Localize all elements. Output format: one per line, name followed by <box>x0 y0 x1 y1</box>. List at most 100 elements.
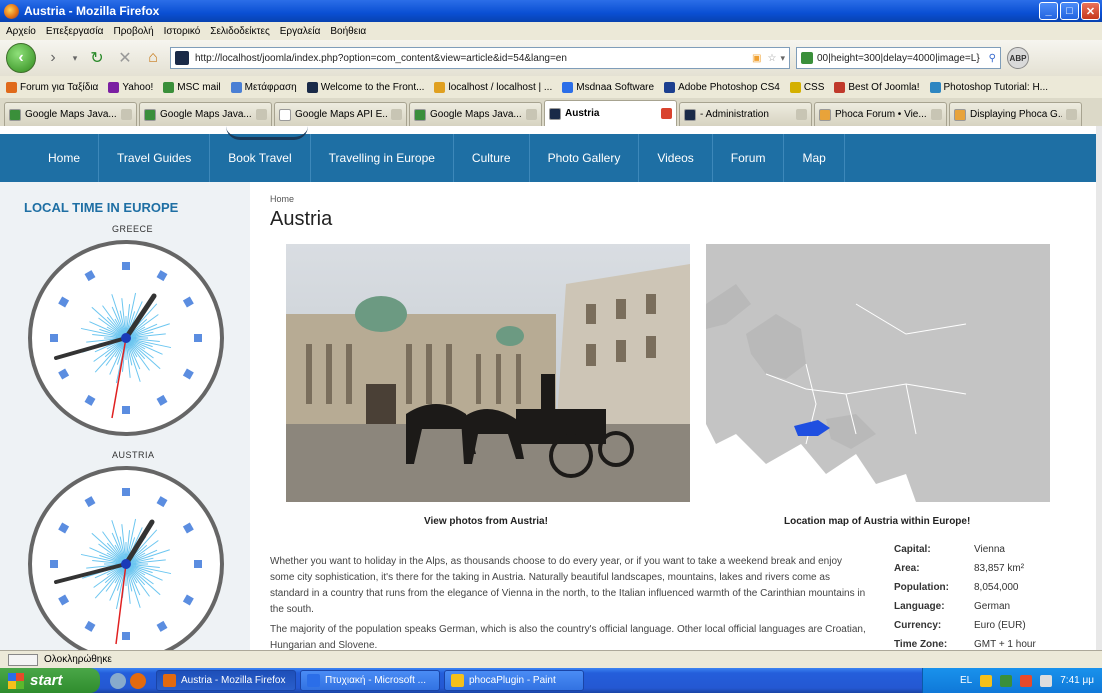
browser-tab[interactable]: Austria <box>544 100 677 126</box>
tray-icon[interactable] <box>980 674 993 687</box>
bookmark-label: Adobe Photoshop CS4 <box>678 81 780 93</box>
star-icon[interactable]: ☆ <box>768 53 777 64</box>
dropdown-history-icon[interactable]: ▾ <box>70 47 80 69</box>
start-label: start <box>30 672 63 689</box>
rss-icon[interactable]: ▣ <box>752 53 761 64</box>
europe-location-map[interactable] <box>706 244 1050 502</box>
fact-key: Language: <box>894 601 945 612</box>
quicklaunch-firefox-icon[interactable] <box>130 672 146 689</box>
bookmark-item[interactable]: MSC mail <box>163 81 221 93</box>
bookmark-item[interactable]: Yahoo! <box>108 81 153 93</box>
browser-tab[interactable]: Google Maps Java... <box>4 102 137 126</box>
back-button[interactable]: ‹ <box>6 43 36 73</box>
bookmark-item[interactable]: localhost / localhost | ... <box>434 81 552 93</box>
windows-logo-icon <box>8 672 24 689</box>
url-dropdown-icon[interactable]: ▾ <box>780 53 785 64</box>
taskbar-button[interactable]: Πτυχιακή - Microsoft ... <box>300 670 440 691</box>
site-nav-link[interactable]: Map <box>784 134 845 182</box>
menu-bookmarks[interactable]: Σελιδοδείκτες <box>210 26 269 37</box>
taskbar-button-label: Austria - Mozilla Firefox <box>181 675 286 686</box>
site-nav-link[interactable]: Culture <box>454 134 530 182</box>
photo-caption[interactable]: View photos from Austria! <box>424 516 548 527</box>
bookmark-item[interactable]: Μετάφραση <box>230 81 297 93</box>
browser-tab[interactable]: Phoca Forum • Vie... <box>814 102 947 126</box>
taskbar-button[interactable]: Austria - Mozilla Firefox <box>156 670 296 691</box>
bookmark-item[interactable]: Msdnaa Software <box>562 81 654 93</box>
tab-close-icon[interactable] <box>796 109 807 120</box>
tab-close-icon[interactable] <box>121 109 132 120</box>
close-button[interactable]: ✕ <box>1081 2 1100 20</box>
menu-edit[interactable]: Επεξεργασία <box>46 26 104 37</box>
tab-close-icon[interactable] <box>526 109 537 120</box>
menu-tools[interactable]: Εργαλεία <box>280 26 321 37</box>
bookmark-icon <box>163 81 175 93</box>
site-nav-link[interactable]: Travelling in Europe <box>311 134 454 182</box>
bookmark-icon <box>562 81 574 93</box>
tray-icon[interactable] <box>1020 674 1033 687</box>
tray-icon[interactable] <box>1040 674 1053 687</box>
browser-tab[interactable]: Google Maps API E... <box>274 102 407 126</box>
tab-close-icon[interactable] <box>931 109 942 120</box>
clock-time[interactable]: 7:41 μμ <box>1060 675 1094 686</box>
breadcrumb[interactable]: Home <box>270 194 294 204</box>
bookmark-item[interactable]: Photoshop Tutorial: H... <box>929 81 1048 93</box>
taskbar-button[interactable]: phocaPlugin - Paint <box>444 670 584 691</box>
bookmark-item[interactable]: Welcome to the Front... <box>306 81 424 93</box>
status-bar: Ολοκληρώθηκε <box>0 650 1102 668</box>
bookmark-item[interactable]: Adobe Photoshop CS4 <box>664 81 780 93</box>
site-nav-link[interactable]: Forum <box>713 134 785 182</box>
bookmark-item[interactable]: CSS <box>789 81 824 93</box>
fact-row: Area: 83,857 km² <box>894 563 1094 582</box>
adblock-plus-icon[interactable]: ABP <box>1007 47 1029 69</box>
home-icon[interactable]: ⌂ <box>142 47 164 69</box>
bookmark-icon <box>789 81 801 93</box>
map-caption[interactable]: Location map of Austria within Europe! <box>784 516 970 527</box>
bookmarks-toolbar: Forum για Ταξίδια Yahoo! MSC mail Μετάφραση… <box>0 76 1102 98</box>
browser-tab[interactable]: Google Maps Java... <box>409 102 542 126</box>
search-icon[interactable]: ⚲ <box>989 53 996 64</box>
tray-icon[interactable] <box>1000 674 1013 687</box>
site-nav-link[interactable]: Book Travel <box>210 134 311 182</box>
forward-button[interactable]: › <box>42 47 64 69</box>
browser-tab[interactable]: - Administration <box>679 102 812 126</box>
bookmark-label: Forum για Ταξίδια <box>20 81 99 93</box>
bookmark-icon <box>434 81 446 93</box>
site-nav-link[interactable]: Photo Gallery <box>530 134 640 182</box>
url-bar[interactable]: http://localhost/joomla/index.php?option… <box>170 47 790 69</box>
stop-icon[interactable]: ✕ <box>114 47 136 69</box>
menu-history[interactable]: Ιστορικό <box>164 26 201 37</box>
tab-close-icon[interactable] <box>256 109 267 120</box>
reload-icon[interactable]: ↻ <box>86 47 108 69</box>
minimize-button[interactable]: _ <box>1039 2 1058 20</box>
bookmark-item[interactable]: Best Of Joomla! <box>834 81 920 93</box>
tab-close-icon[interactable] <box>1066 109 1077 120</box>
site-nav-link[interactable]: Home <box>30 134 100 182</box>
status-toggle-icon[interactable] <box>8 653 38 666</box>
search-input[interactable]: 00|height=300|delay=4000|image=L} ⚲ <box>796 47 1001 69</box>
bookmark-item[interactable]: Forum για Ταξίδια <box>6 81 99 93</box>
site-favicon <box>175 51 189 65</box>
window-title: Austria - Mozilla Firefox <box>24 4 160 18</box>
taskbar-app-icon <box>307 674 320 687</box>
site-nav-link[interactable]: Travel Guides <box>99 134 211 182</box>
abp-label: ABP <box>1009 53 1027 63</box>
url-text: http://localhost/joomla/index.php?option… <box>195 52 567 64</box>
menu-file[interactable]: Αρχείο <box>6 26 36 37</box>
site-nav-link[interactable]: Videos <box>639 134 713 182</box>
tab-close-icon[interactable] <box>391 109 402 120</box>
start-button[interactable]: start <box>0 668 100 693</box>
search-engine-icon[interactable] <box>801 52 813 64</box>
browser-tab[interactable]: Displaying Phoca G... <box>949 102 1082 126</box>
menu-view[interactable]: Προβολή <box>113 26 153 37</box>
tab-close-icon[interactable] <box>661 108 672 119</box>
maximize-button[interactable]: □ <box>1060 2 1079 20</box>
vienna-photo[interactable] <box>286 244 690 502</box>
status-text: Ολοκληρώθηκε <box>44 654 112 665</box>
page-scrollbar[interactable] <box>1096 126 1102 650</box>
tab-label: Google Maps API E... <box>295 109 387 120</box>
language-indicator[interactable]: EL <box>960 675 972 686</box>
site-navigation: Home Travel Guides Book Travel Travelling i… <box>0 134 1096 182</box>
quicklaunch-ie-icon[interactable] <box>110 672 126 689</box>
menu-help[interactable]: Βοήθεια <box>330 26 366 37</box>
browser-tab[interactable]: Google Maps Java... <box>139 102 272 126</box>
